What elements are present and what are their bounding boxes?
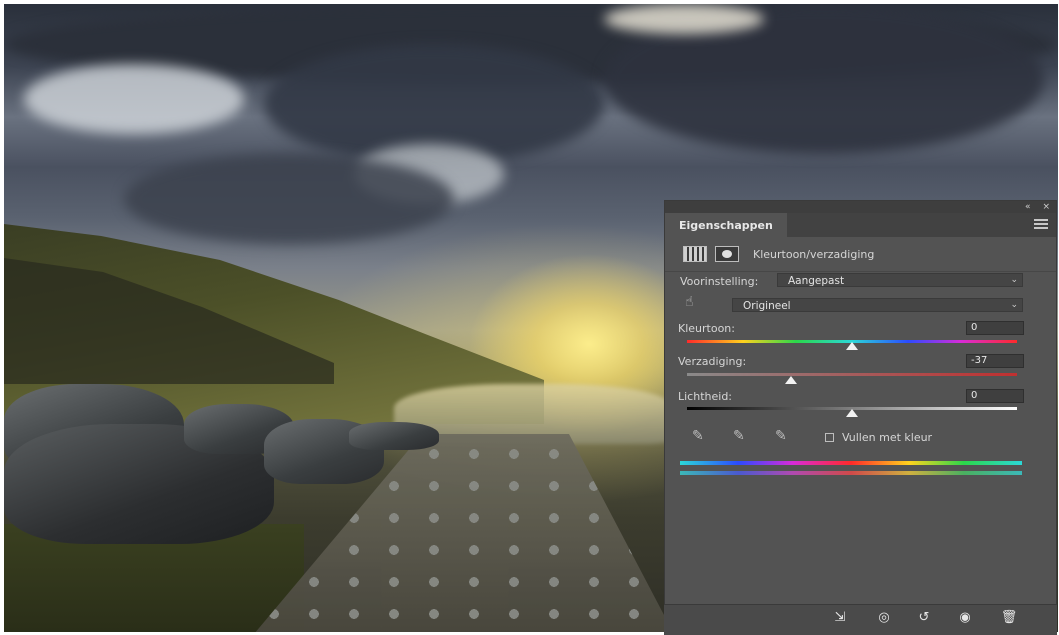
clip-to-layer-icon[interactable]: ⇲ bbox=[828, 606, 852, 628]
saturation-label: Verzadiging: bbox=[678, 355, 747, 368]
input-color-bar bbox=[680, 461, 1022, 465]
cloud bbox=[24, 64, 244, 134]
cloud bbox=[604, 4, 764, 34]
lightness-slider-thumb[interactable] bbox=[846, 409, 858, 417]
reset-icon[interactable]: ↺ bbox=[912, 606, 936, 628]
eyedropper-plus-icon[interactable]: ✎ bbox=[733, 428, 745, 444]
hue-input[interactable]: 0 bbox=[966, 321, 1024, 335]
saturation-slider-thumb[interactable] bbox=[784, 376, 797, 384]
collapse-icon[interactable]: « bbox=[1025, 202, 1031, 212]
adjustment-header: Kleurtoon/verzadiging bbox=[665, 237, 1056, 272]
channel-value: Origineel bbox=[743, 300, 791, 312]
targeted-adjustment-hand-icon[interactable]: ☝ bbox=[685, 294, 694, 310]
close-icon[interactable]: × bbox=[1042, 202, 1050, 212]
colorize-label: Vullen met kleur bbox=[842, 431, 933, 444]
channel-dropdown[interactable]: Origineel ⌄ bbox=[732, 298, 1023, 312]
chevron-down-icon: ⌄ bbox=[1010, 300, 1018, 310]
boulder bbox=[349, 422, 439, 450]
eyedropper-minus-icon[interactable]: ✎ bbox=[775, 428, 787, 444]
saturation-input[interactable]: -37 bbox=[966, 354, 1024, 368]
panel-tabbar: Eigenschappen bbox=[665, 213, 1056, 237]
preset-value: Aangepast bbox=[788, 275, 845, 287]
saturation-slider-track[interactable] bbox=[687, 373, 1017, 376]
chevron-down-icon: ⌄ bbox=[1010, 275, 1018, 285]
panel-menu-icon[interactable] bbox=[1034, 219, 1048, 229]
visibility-eye-icon[interactable]: ◉ bbox=[953, 606, 977, 628]
trash-icon[interactable]: 🗑 bbox=[997, 606, 1021, 628]
preset-label: Voorinstelling: bbox=[680, 275, 759, 288]
adjustment-layer-icon[interactable] bbox=[683, 246, 707, 262]
adjustment-title: Kleurtoon/verzadiging bbox=[753, 247, 875, 261]
eyedropper-icon[interactable]: ✎ bbox=[692, 428, 704, 444]
lightness-input[interactable]: 0 bbox=[966, 389, 1024, 403]
lightness-label: Lichtheid: bbox=[678, 390, 733, 403]
output-color-bar bbox=[680, 471, 1022, 475]
hue-slider-thumb[interactable] bbox=[846, 342, 858, 350]
mask-icon[interactable] bbox=[715, 246, 739, 262]
panel-titlebar: « × bbox=[665, 201, 1056, 213]
hue-label: Kleurtoon: bbox=[678, 322, 735, 335]
cloud bbox=[124, 154, 454, 244]
properties-panel: « × Eigenschappen Kleurtoon/verzadiging bbox=[664, 200, 1057, 634]
tab-properties[interactable]: Eigenschappen bbox=[665, 213, 787, 237]
view-previous-state-icon[interactable]: ◎ bbox=[872, 606, 896, 628]
colorize-checkbox[interactable] bbox=[825, 433, 834, 442]
preset-dropdown[interactable]: Aangepast ⌄ bbox=[777, 273, 1023, 287]
